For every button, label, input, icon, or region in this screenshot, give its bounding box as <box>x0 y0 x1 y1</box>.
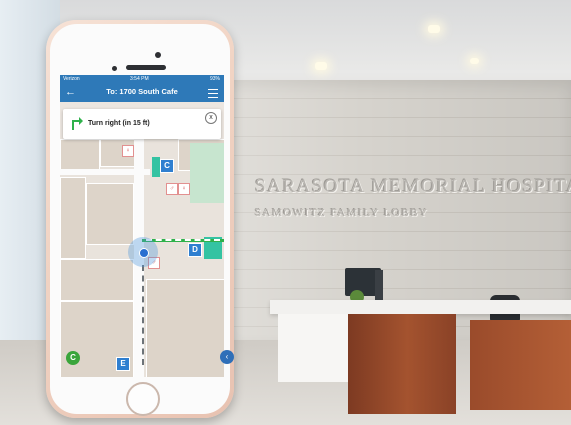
front-camera <box>155 52 161 58</box>
hospital-sign: SARASOTA MEMORIAL HOSPITAL <box>255 176 571 197</box>
ceiling-light <box>470 58 479 64</box>
status-bar: Verizon 3:54 PM 93% <box>60 75 224 83</box>
indoor-map[interactable]: C D E ♀ ♂ ♀ ♂ C <box>60 139 224 377</box>
reception-desk <box>270 300 571 314</box>
instruction-text: Turn right (in 15 ft) <box>88 120 150 127</box>
instruction-card: Turn right (in 15 ft) x <box>63 109 221 139</box>
map-room-green <box>190 143 224 203</box>
home-button[interactable] <box>126 382 160 416</box>
map-room <box>86 183 134 245</box>
collapse-panel-button[interactable]: ‹ <box>220 350 234 364</box>
app-screen: Verizon 3:54 PM 93% ← To: 1700 South Caf… <box>60 75 224 377</box>
map-room <box>60 259 134 301</box>
sensor <box>112 66 117 71</box>
map-marker-d[interactable]: D <box>188 243 202 257</box>
restroom-icon: ♀ <box>122 145 134 157</box>
ceiling-light <box>315 62 327 70</box>
map-room <box>60 177 86 259</box>
phone-device: Verizon 3:54 PM 93% ← To: 1700 South Caf… <box>46 20 234 418</box>
current-location-icon <box>139 248 149 258</box>
map-room <box>146 279 224 377</box>
status-time: 3:54 PM <box>130 76 149 82</box>
earpiece-speaker <box>126 65 166 70</box>
turn-right-icon <box>72 117 83 130</box>
hamburger-menu-icon[interactable] <box>208 89 218 98</box>
ceiling-light <box>428 25 440 33</box>
lobby-sign: SAMOWITZ FAMILY LOBBY <box>255 207 429 219</box>
route-preview <box>142 265 144 365</box>
map-room <box>60 139 100 171</box>
map-marker-e[interactable]: E <box>116 357 130 371</box>
battery-level: 93% <box>209 76 220 82</box>
carrier-label: Verizon <box>63 76 80 82</box>
restroom-icon: ♂ <box>166 183 178 195</box>
recenter-button[interactable]: C <box>66 351 80 365</box>
close-instruction-button[interactable]: x <box>205 112 217 124</box>
map-marker-c[interactable]: C <box>160 159 174 173</box>
destination-title: To: 1700 South Cafe <box>106 87 178 96</box>
nav-bar: ← To: 1700 South Cafe <box>60 83 224 102</box>
restroom-icon: ♀ <box>178 183 190 195</box>
